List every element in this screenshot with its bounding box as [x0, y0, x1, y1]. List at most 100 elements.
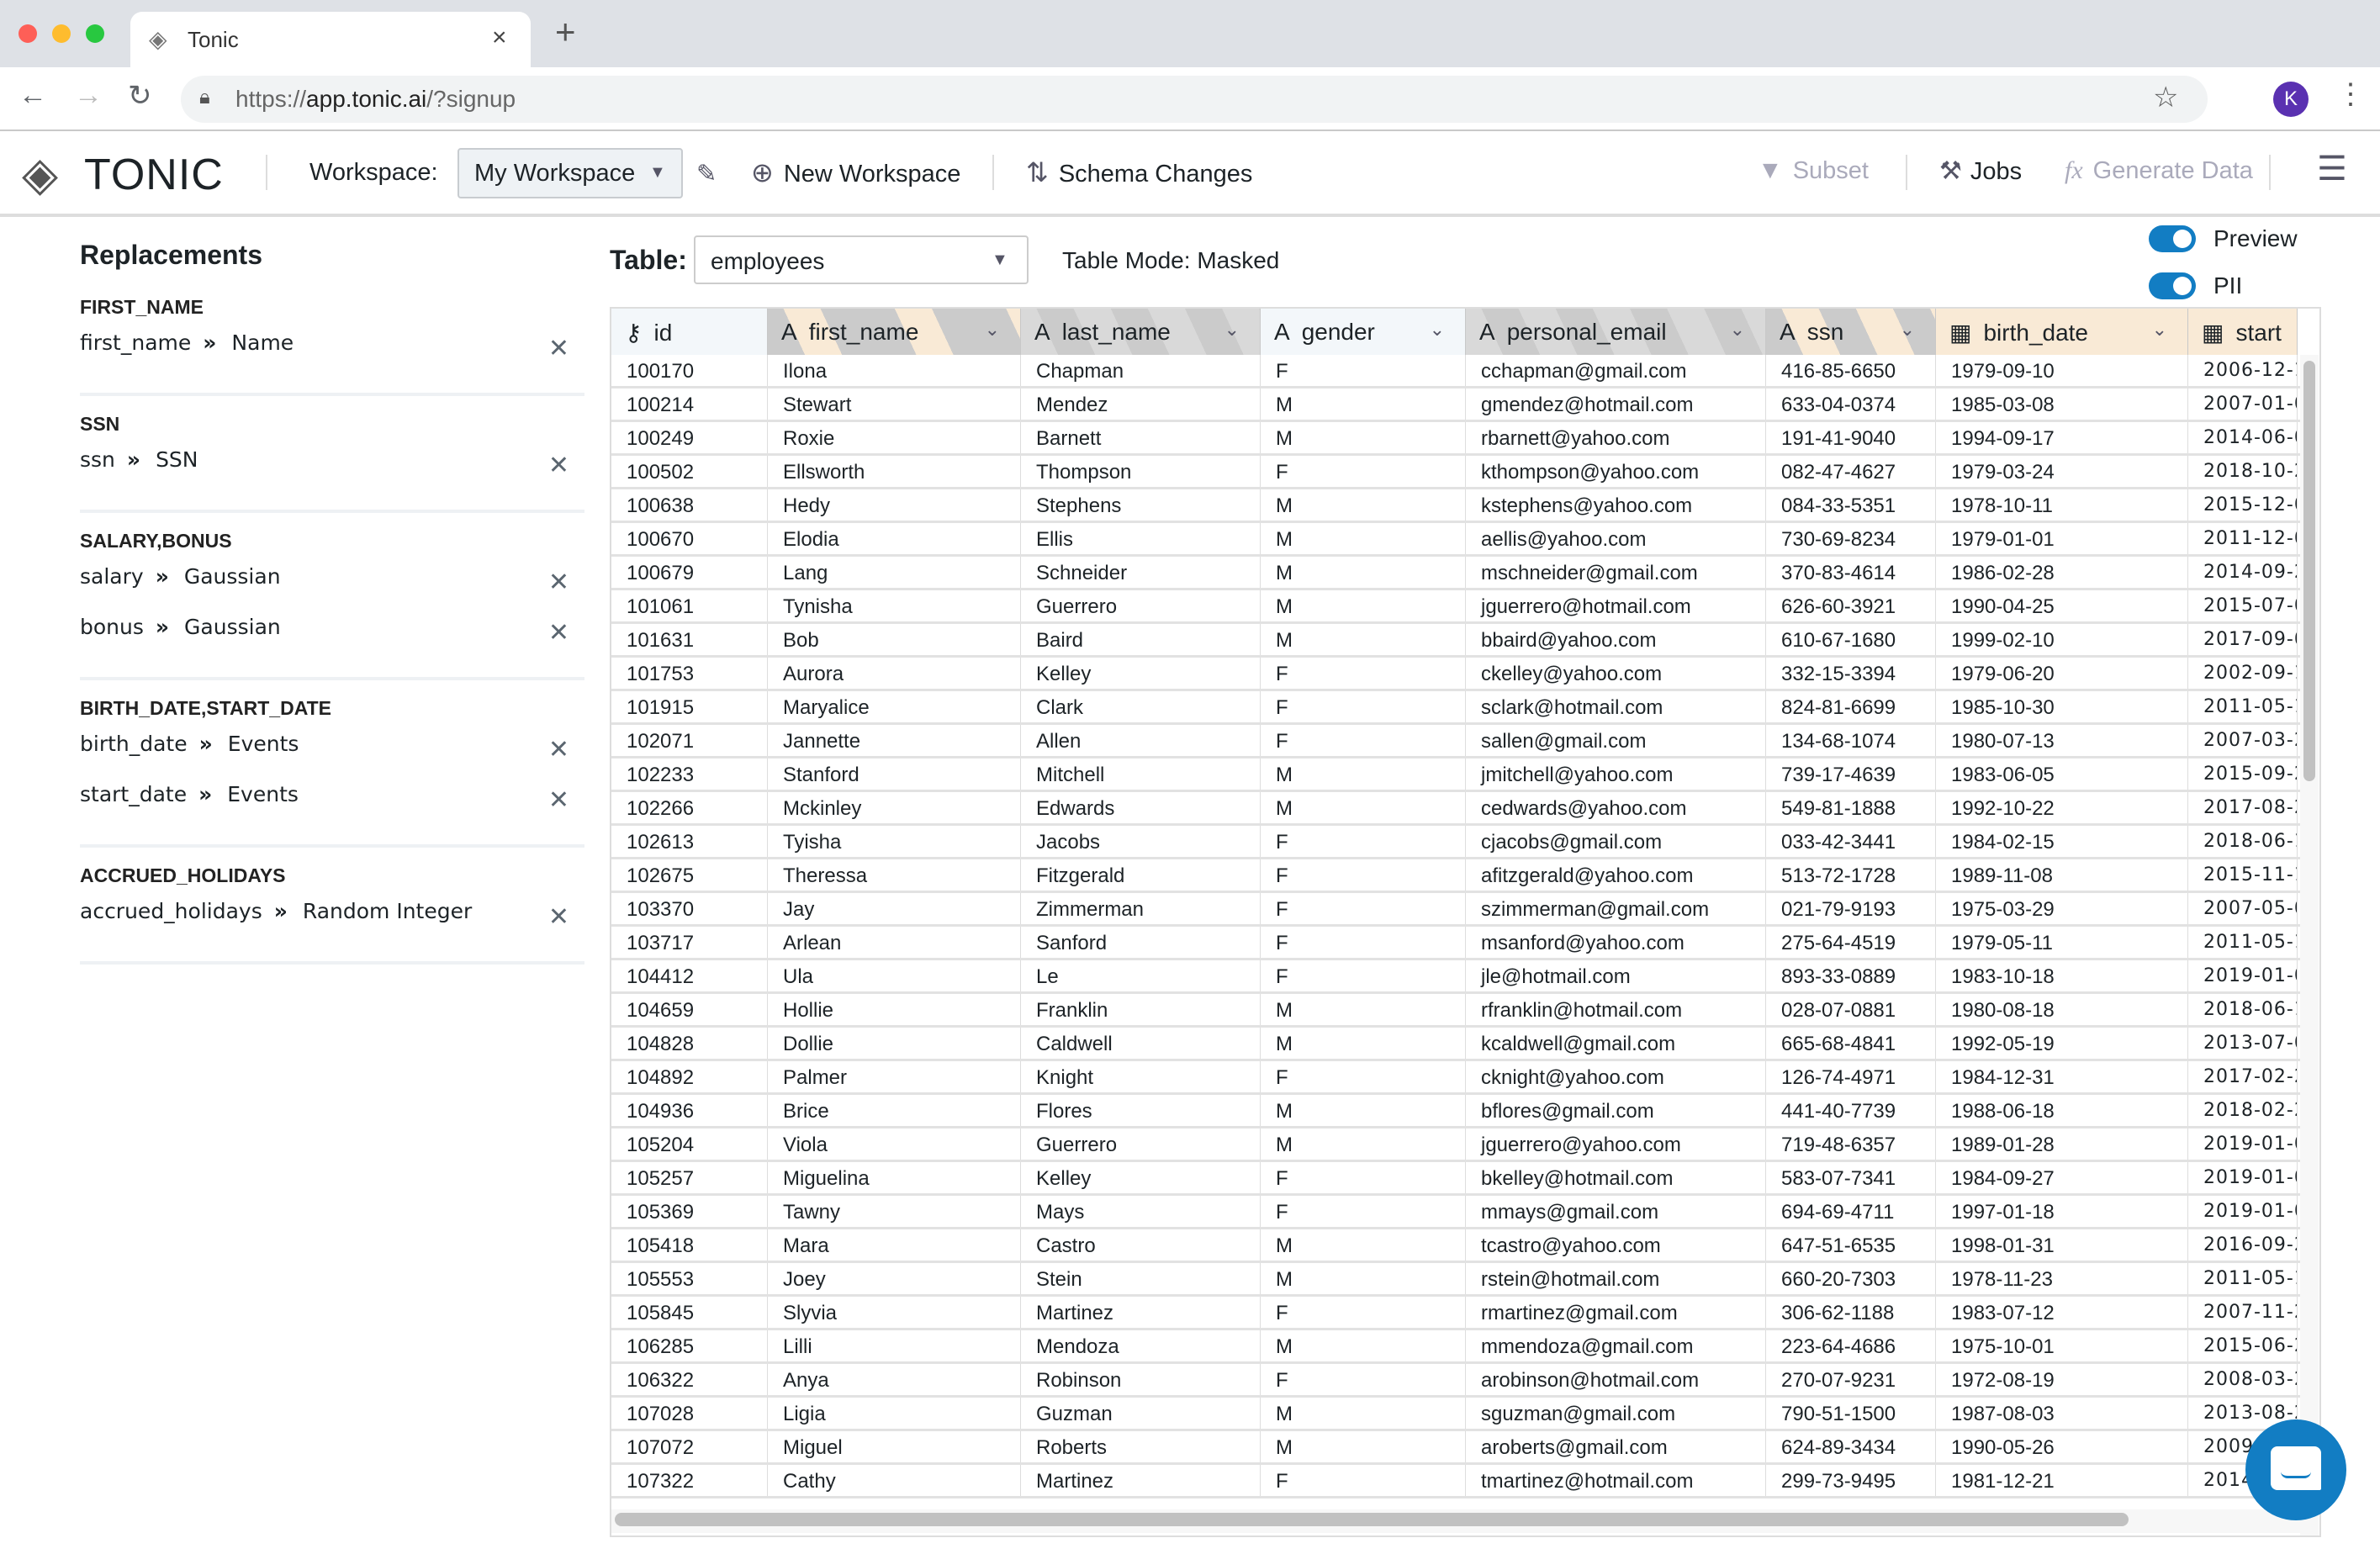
vertical-scroll-thumb[interactable] — [2303, 361, 2315, 781]
preview-toggle[interactable] — [2149, 225, 2196, 252]
table-row[interactable]: 100170 Ilona Chapman Fcchapman@gmail.com 416… — [611, 355, 2302, 388]
table-row[interactable]: 102071 Jannette Allen Fsallen@gmail.com 134-… — [611, 725, 2302, 758]
table-row[interactable]: 100670 Elodia Ellis Maellis@yahoo.com 730-69… — [611, 523, 2302, 557]
chevron-down-icon[interactable]: ⌄ — [2152, 319, 2167, 341]
table-select[interactable]: employees ▼ — [694, 235, 1029, 284]
cell-last_name: Zimmerman — [1021, 893, 1261, 924]
remove-icon[interactable]: ✕ — [548, 735, 569, 764]
back-icon[interactable]: ← — [19, 79, 47, 112]
hamburger-menu-icon[interactable]: ☰ — [2317, 150, 2347, 188]
column-header-first_name[interactable]: Afirst_name ⌄ — [768, 309, 1021, 355]
cell-ssn: 633-04-0374 — [1766, 388, 1936, 420]
table-row[interactable]: 101915 Maryalice Clark Fsclark@hotmail.com 8… — [611, 691, 2302, 725]
cell-personal_email: jguerrero@yahoo.com — [1466, 1128, 1766, 1160]
column-header-last_name[interactable]: Alast_name ⌄ — [1021, 309, 1261, 355]
reload-icon[interactable]: ↻ — [128, 79, 152, 113]
table-row[interactable]: 103370 Jay Zimmerman Fszimmerman@gmail.com 0… — [611, 893, 2302, 927]
table-row[interactable]: 101061 Tynisha Guerrero Mjguerrero@hotmail.… — [611, 590, 2302, 624]
table-label: Table: — [610, 245, 687, 275]
remove-icon[interactable]: ✕ — [548, 618, 569, 648]
table-row[interactable]: 105204 Viola Guerrero Mjguerrero@yahoo.com 7… — [611, 1128, 2302, 1162]
table-row[interactable]: 105553 Joey Stein Mrstein@hotmail.com 660-20… — [611, 1263, 2302, 1297]
table-row[interactable]: 103717 Arlean Sanford Fmsanford@yahoo.com 27… — [611, 927, 2302, 960]
subset-button[interactable]: ▼ Subset — [1758, 156, 1869, 185]
table-row[interactable]: 107322 Cathy Martinez Ftmartinez@hotmail.co… — [611, 1465, 2302, 1498]
chevron-down-icon[interactable]: ⌄ — [985, 319, 1000, 341]
chevron-down-icon[interactable]: ⌄ — [1730, 319, 1745, 341]
table-row[interactable]: 104828 Dollie Caldwell Mkcaldwell@gmail.com… — [611, 1028, 2302, 1061]
table-row[interactable]: 102675 Theressa Fitzgerald Fafitzgerald@yah… — [611, 859, 2302, 893]
table-row[interactable]: 104936 Brice Flores Mbflores@gmail.com 441-4… — [611, 1095, 2302, 1128]
pii-toggle[interactable] — [2149, 272, 2196, 299]
table-row[interactable]: 104659 Hollie Franklin Mrfranklin@hotmail.c… — [611, 994, 2302, 1028]
remove-icon[interactable]: ✕ — [548, 334, 569, 363]
remove-icon[interactable]: ✕ — [548, 568, 569, 597]
cell-ssn: 610-67-1680 — [1766, 624, 1936, 655]
chevron-down-icon[interactable]: ⌄ — [1224, 319, 1240, 341]
cell-birth_date: 1992-10-22 — [1936, 792, 2188, 823]
column-header-id[interactable]: ⚷ id — [611, 309, 768, 355]
forward-icon[interactable]: → — [74, 79, 103, 112]
generate-data-button[interactable]: fx Generate Data — [2065, 156, 2253, 185]
table-row[interactable]: 102266 Mckinley Edwards Mcedwards@yahoo.com… — [611, 792, 2302, 826]
table-row[interactable]: 100638 Hedy Stephens Mkstephens@yahoo.com 08… — [611, 489, 2302, 523]
table-row[interactable]: 101631 Bob Baird Mbbaird@yahoo.com 610-67-16… — [611, 624, 2302, 658]
column-header-ssn[interactable]: Assn ⌄ — [1766, 309, 1936, 355]
cell-start: 2018-02-2 — [2188, 1095, 2298, 1126]
table-row[interactable]: 105418 Mara Castro Mtcastro@yahoo.com 647-51… — [611, 1229, 2302, 1263]
bookmark-star-icon[interactable]: ☆ — [2153, 81, 2178, 114]
table-row[interactable]: 105369 Tawny Mays Fmmays@gmail.com 694-69-47… — [611, 1196, 2302, 1229]
cell-id: 101915 — [611, 691, 768, 722]
table-row[interactable]: 107072 Miguel Roberts Maroberts@gmail.com 62… — [611, 1431, 2302, 1465]
cell-last_name: Edwards — [1021, 792, 1261, 823]
remove-icon[interactable]: ✕ — [548, 451, 569, 480]
chat-launcher-button[interactable] — [2245, 1419, 2346, 1520]
new-tab-icon[interactable]: + — [555, 12, 576, 52]
chevron-down-icon[interactable]: ⌄ — [1430, 319, 1445, 341]
chevron-down-icon[interactable]: ⌄ — [1900, 319, 1915, 341]
column-header-gender[interactable]: Agender ⌄ — [1261, 309, 1466, 355]
close-tab-icon[interactable]: × — [492, 24, 507, 52]
maximize-window-button[interactable] — [86, 24, 104, 43]
cell-id: 100638 — [611, 489, 768, 521]
table-row[interactable]: 104412 Ula Le Fjle@hotmail.com 893-33-0889 19… — [611, 960, 2302, 994]
horizontal-scroll-thumb[interactable] — [615, 1513, 2129, 1526]
close-window-button[interactable] — [19, 24, 37, 43]
app-header: ◈ TONIC Workspace: My Workspace ▼ ✎ ⊕ New… — [0, 131, 2380, 217]
minimize-window-button[interactable] — [52, 24, 71, 43]
jobs-button[interactable]: ⚒ Jobs — [1939, 156, 2022, 186]
table-row[interactable]: 102233 Stanford Mitchell Mjmitchell@yahoo.c… — [611, 758, 2302, 792]
workspace-dropdown[interactable]: My Workspace ▼ — [457, 148, 683, 198]
schema-changes-button[interactable]: ⇅ Schema Changes — [1026, 156, 1252, 188]
cell-last_name: Knight — [1021, 1061, 1261, 1092]
url-field[interactable]: 🔒︎ https://app.tonic.ai/?signup ☆ — [181, 76, 2208, 123]
cell-ssn: 730-69-8234 — [1766, 523, 1936, 554]
column-name: bonus — [80, 615, 144, 639]
key-icon: ⚷ — [625, 320, 643, 346]
table-row[interactable]: 101753 Aurora Kelley Fckelley@yahoo.com 332-… — [611, 658, 2302, 691]
table-row[interactable]: 100679 Lang Schneider Mmschneider@gmail.com… — [611, 557, 2302, 590]
table-row[interactable]: 100502 Ellsworth Thompson Fkthompson@yahoo.… — [611, 456, 2302, 489]
table-row[interactable]: 105257 Miguelina Kelley Fbkelley@hotmail.co… — [611, 1162, 2302, 1196]
table-row[interactable]: 105845 Slyvia Martinez Frmartinez@gmail.com… — [611, 1297, 2302, 1330]
table-row[interactable]: 100214 Stewart Mendez Mgmendez@hotmail.com 6… — [611, 388, 2302, 422]
remove-icon[interactable]: ✕ — [548, 785, 569, 815]
cell-start: 2011-05-1 — [2188, 927, 2298, 958]
edit-pencil-icon[interactable]: ✎ — [696, 159, 717, 188]
profile-avatar[interactable]: K — [2273, 82, 2309, 117]
column-header-personal_email[interactable]: Apersonal_email ⌄ — [1466, 309, 1766, 355]
table-row[interactable]: 107028 Ligia Guzman Msguzman@gmail.com 790-5… — [611, 1398, 2302, 1431]
table-row[interactable]: 100249 Roxie Barnett Mrbarnett@yahoo.com 191… — [611, 422, 2302, 456]
browser-menu-icon[interactable]: ⋮ — [2336, 77, 2365, 111]
remove-icon[interactable]: ✕ — [548, 902, 569, 932]
new-workspace-button[interactable]: ⊕ New Workspace — [751, 156, 960, 188]
column-header-birth_date[interactable]: ▦ birth_date ⌄ — [1936, 309, 2188, 355]
cell-personal_email: aellis@yahoo.com — [1466, 523, 1766, 554]
column-header-start[interactable]: ▦ start — [2188, 309, 2298, 355]
cell-last_name: Mays — [1021, 1196, 1261, 1227]
table-row[interactable]: 104892 Palmer Knight Fcknight@yahoo.com 126-… — [611, 1061, 2302, 1095]
table-row[interactable]: 102613 Tyisha Jacobs Fcjacobs@gmail.com 033-… — [611, 826, 2302, 859]
table-row[interactable]: 106322 Anya Robinson Farobinson@hotmail.com… — [611, 1364, 2302, 1398]
browser-tab[interactable]: ◈ Tonic × — [130, 12, 531, 67]
table-row[interactable]: 106285 Lilli Mendoza Mmmendoza@gmail.com 223… — [611, 1330, 2302, 1364]
